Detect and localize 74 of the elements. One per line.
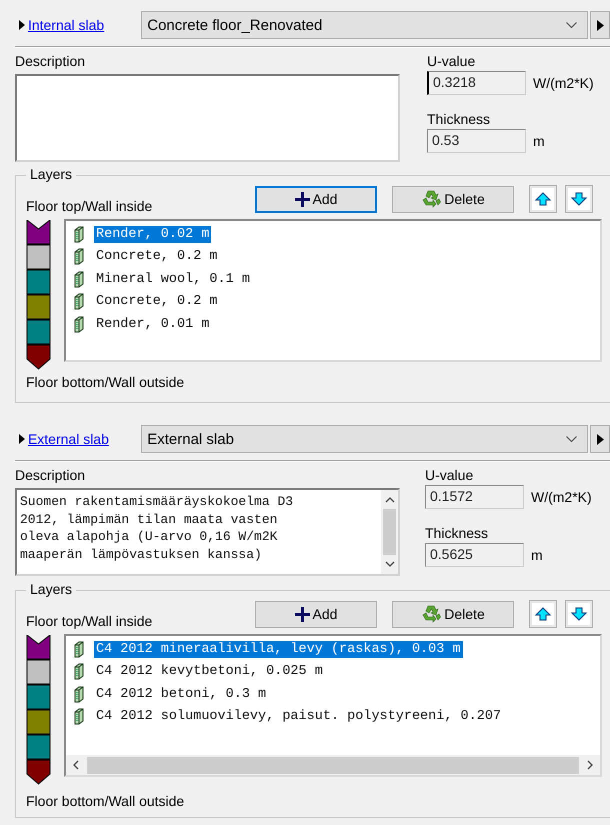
chevron-down-icon[interactable] (384, 561, 394, 568)
u-value-unit: W/(m2*K) (531, 489, 592, 505)
layer-icon (74, 686, 84, 703)
layer-item[interactable]: Concrete, 0.2 m (94, 293, 220, 310)
thickness-label: Thickness (427, 111, 492, 127)
layers-title: Layers (26, 166, 76, 182)
slab-type-link[interactable]: External slab (28, 431, 128, 447)
layer-icon (74, 293, 84, 310)
add-button[interactable]: Add (255, 600, 377, 628)
move-up-button[interactable] (529, 185, 557, 213)
layer-item[interactable]: Render, 0.01 m (94, 316, 212, 333)
layer-item[interactable]: Render, 0.02 m (94, 226, 212, 243)
thickness-field[interactable]: 0.5625 (425, 543, 524, 567)
next-button[interactable] (590, 11, 610, 39)
layers-title: Layers (26, 581, 76, 597)
move-up-button[interactable] (529, 600, 557, 628)
delete-button[interactable]: Delete (392, 186, 514, 212)
thickness-unit: m (533, 133, 545, 149)
construction-dropdown[interactable]: Concrete floor_Renovated (141, 11, 588, 39)
chevron-right-icon[interactable] (587, 760, 594, 770)
arrow-up-icon (535, 192, 551, 206)
layer-item[interactable]: C4 2012 solumuovilevy, paisut. polystyreeni, 0.207 (94, 708, 504, 726)
u-value-label: U-value (427, 53, 476, 69)
move-down-button[interactable] (565, 600, 593, 628)
layer-icon (74, 270, 84, 288)
play-icon (596, 434, 604, 444)
chevron-left-icon[interactable] (72, 760, 79, 770)
chevron-down-icon (566, 22, 578, 28)
layer-item[interactable]: C4 2012 betoni, 0.3 m (94, 686, 268, 703)
u-value-label: U-value (425, 467, 474, 483)
thickness-label: Thickness (425, 525, 490, 541)
layer-icon (74, 663, 84, 680)
u-value-unit: W/(m2*K) (533, 75, 594, 91)
chevron-up-icon[interactable] (384, 496, 394, 503)
layer-item[interactable]: Concrete, 0.2 m (94, 248, 220, 266)
description-label: Description (15, 53, 86, 69)
layer-icon (74, 226, 84, 243)
delete-button[interactable]: Delete (392, 600, 514, 628)
arrow-down-icon (571, 607, 587, 621)
layer-icon (74, 248, 84, 266)
layer-item[interactable]: C4 2012 kevytbetoni, 0.025 m (94, 663, 325, 680)
recycle-icon (421, 605, 442, 623)
layer-item[interactable]: C4 2012 mineraalivilla, levy (raskas), 0.03 m (94, 640, 463, 658)
expand-arrow-icon[interactable] (19, 20, 25, 30)
thickness-field[interactable]: 0.53 (427, 129, 526, 153)
layer-item[interactable]: Mineral wool, 0.1 m (94, 270, 252, 288)
plus-icon (294, 606, 310, 622)
vertical-scrollbar[interactable] (381, 490, 398, 574)
chevron-down-icon (566, 436, 578, 442)
slab-type-link[interactable]: Internal slab (28, 17, 128, 33)
top-side-label: Floor top/Wall inside (26, 198, 154, 214)
recycle-icon (421, 190, 442, 208)
plus-icon (294, 192, 310, 206)
bottom-side-label: Floor bottom/Wall outside (26, 793, 186, 809)
next-button[interactable] (590, 425, 610, 453)
top-side-label: Floor top/Wall inside (26, 613, 154, 629)
add-button[interactable]: Add (255, 186, 377, 212)
description-label: Description (15, 467, 86, 483)
expand-arrow-icon[interactable] (19, 434, 25, 444)
layer-icon (74, 316, 84, 333)
arrow-up-icon (535, 607, 551, 621)
play-icon (596, 20, 604, 30)
arrow-down-icon (571, 192, 587, 206)
u-value-field[interactable]: 0.1572 (425, 485, 524, 509)
construction-dropdown[interactable]: External slab (141, 425, 588, 453)
move-down-button[interactable] (565, 185, 593, 213)
description-field[interactable]: Suomen rakentamismääräyskokoelma D3 2012, lämpimän tilan maata vasten oleva alapohja (U-arvo 0,16 W/m2K maaperän lämpövastuksen kanssa) (15, 488, 400, 576)
layer-icon (74, 640, 84, 658)
u-value-field[interactable]: 0.3218 (427, 71, 526, 95)
description-field[interactable] (15, 74, 400, 162)
bottom-side-label: Floor bottom/Wall outside (26, 374, 186, 390)
horizontal-scrollbar[interactable] (66, 755, 600, 775)
thickness-unit: m (531, 547, 543, 563)
layer-icon (74, 708, 84, 726)
